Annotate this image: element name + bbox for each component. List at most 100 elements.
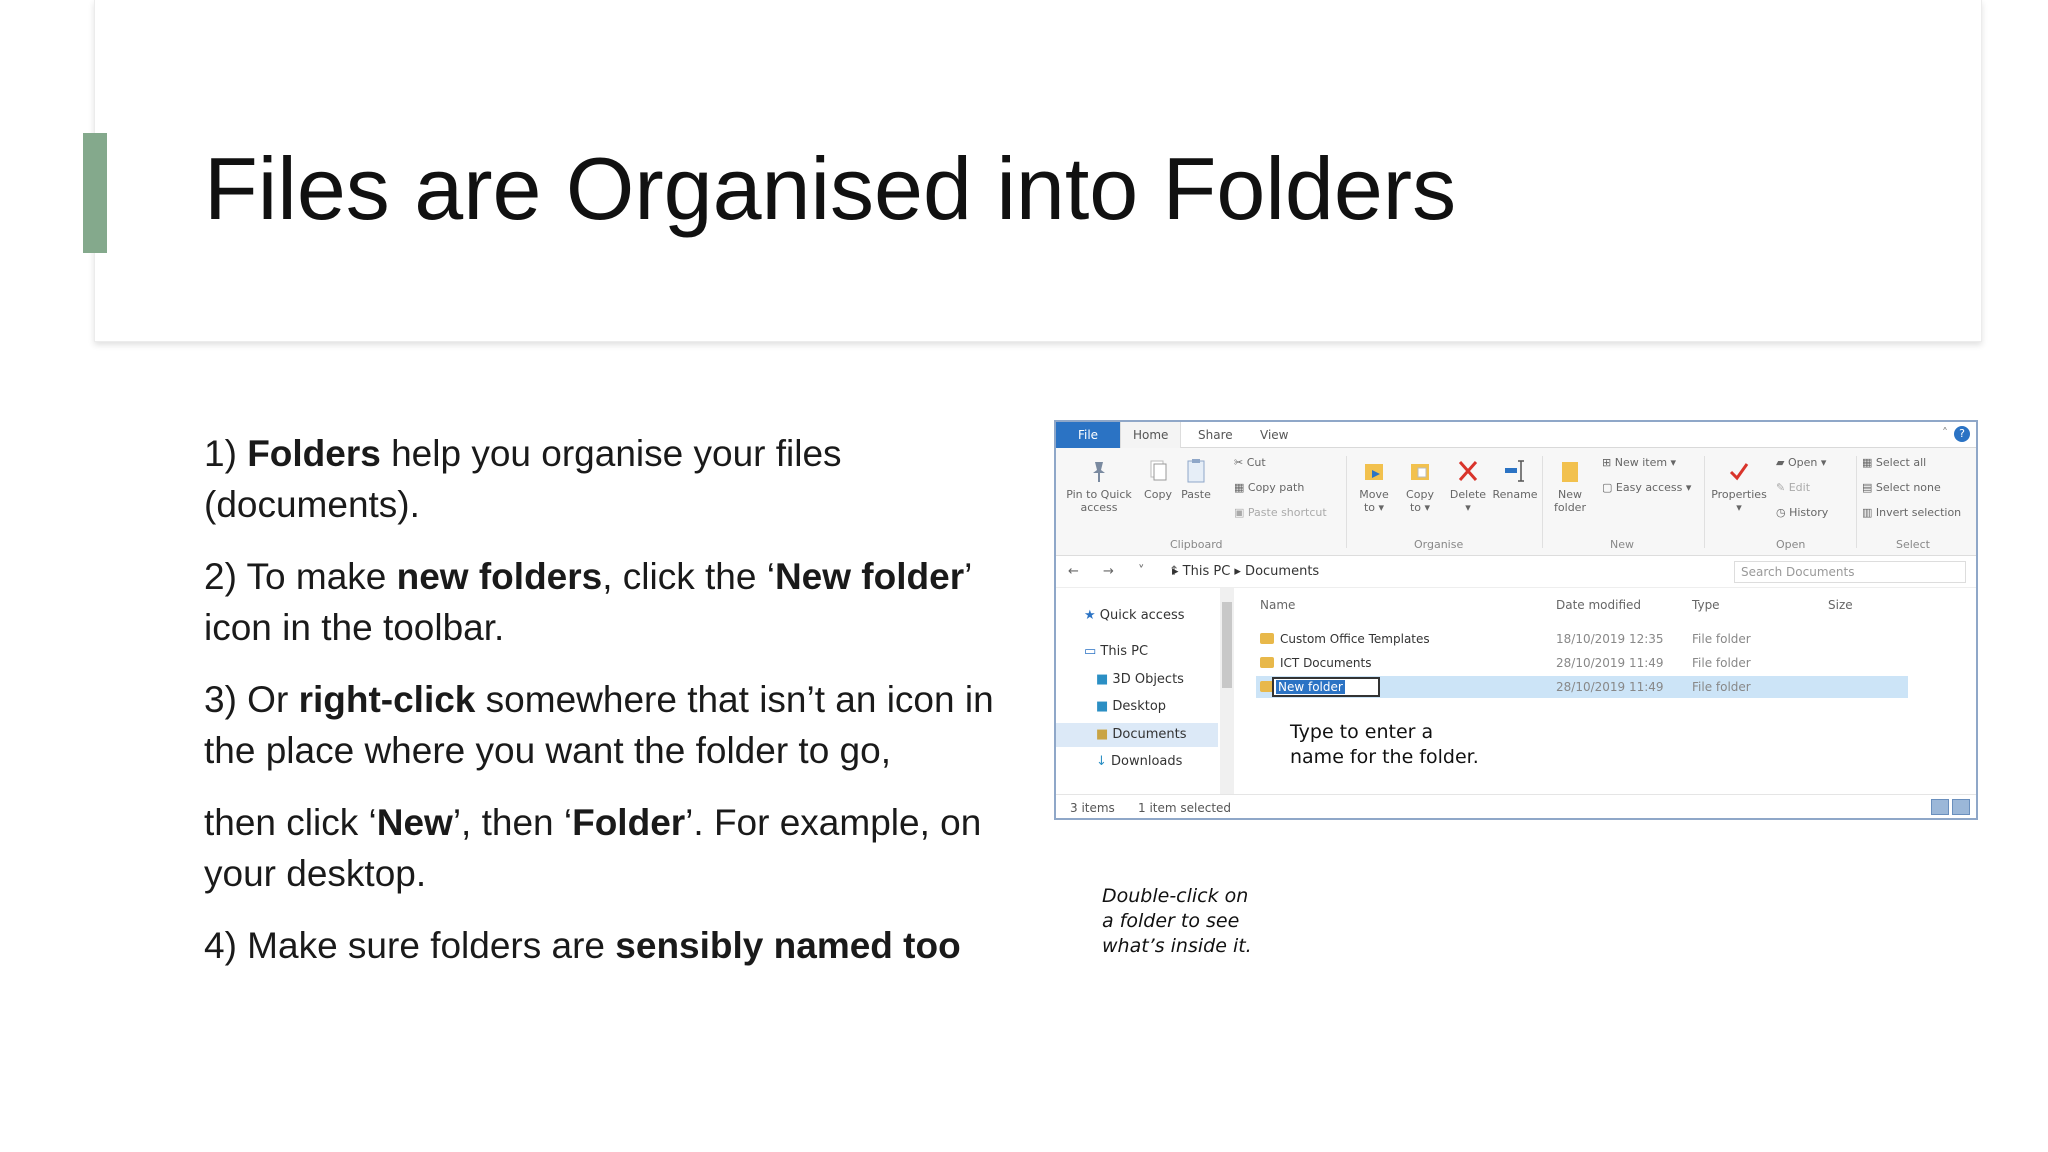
- folder-icon: ■: [1096, 699, 1113, 714]
- table-row[interactable]: Custom Office Templates 18/10/2019 12:35…: [1256, 628, 1908, 650]
- rename-icon: [1505, 460, 1524, 482]
- paste-shortcut-icon: ▣: [1234, 506, 1248, 519]
- ribbon: Pin to Quick access Copy Paste ✂ Cut ▦ Co…: [1056, 448, 1976, 556]
- star-icon: ★: [1084, 608, 1100, 623]
- open-button[interactable]: ▰ Open ▾: [1776, 456, 1826, 469]
- computer-icon: ▭: [1084, 644, 1101, 659]
- copy-to-button[interactable]: Copy to ▾: [1398, 458, 1442, 514]
- search-input[interactable]: Search Documents: [1734, 561, 1966, 583]
- point-2: 2) To make new folders, click the ‘New f…: [204, 556, 971, 648]
- tab-share[interactable]: Share: [1186, 422, 1245, 448]
- paste-shortcut-button[interactable]: ▣ Paste shortcut: [1234, 506, 1327, 519]
- ribbon-separator: [1704, 456, 1705, 548]
- select-all-icon: ▦: [1862, 456, 1876, 469]
- pin-to-quick-access-button[interactable]: Pin to Quick access: [1062, 458, 1136, 514]
- large-icons-view-icon[interactable]: [1952, 799, 1970, 815]
- point-3: 3) Or right-click somewhere that isn’t a…: [204, 679, 994, 771]
- scrollbar-thumb[interactable]: [1222, 602, 1232, 688]
- copy-path-icon: ▦: [1234, 481, 1248, 494]
- point-1: 1) Folders help you organise your files …: [204, 433, 842, 525]
- select-all-button[interactable]: ▦ Select all: [1862, 456, 1926, 469]
- history-button[interactable]: ◷ History: [1776, 506, 1828, 519]
- copy-icon: [1150, 460, 1167, 481]
- group-new: New: [1610, 538, 1634, 551]
- explorer-screenshot: File Home Share View ˄? Pin to Quick acce…: [1054, 420, 1978, 820]
- nav-scrollbar[interactable]: [1220, 588, 1234, 794]
- folder-icon: ■: [1096, 727, 1113, 742]
- nav-documents[interactable]: ■ Documents: [1056, 723, 1218, 747]
- move-to-button[interactable]: Move to ▾: [1352, 458, 1396, 514]
- select-none-button[interactable]: ▤ Select none: [1862, 481, 1941, 494]
- nav-this-pc[interactable]: ▭ This PC: [1084, 644, 1148, 659]
- tab-home[interactable]: Home: [1120, 422, 1182, 448]
- new-folder-button[interactable]: New folder: [1550, 458, 1590, 514]
- rename-input[interactable]: New folder: [1272, 677, 1380, 697]
- select-none-icon: ▤: [1862, 481, 1876, 494]
- nav-desktop[interactable]: ■ Desktop: [1096, 699, 1166, 714]
- history-icon: ◷: [1776, 506, 1790, 519]
- group-open: Open: [1776, 538, 1806, 551]
- copy-folder-icon: [1411, 464, 1429, 480]
- point-3b: then click ‘New’, then ‘Folder’. For exa…: [204, 802, 982, 894]
- column-type[interactable]: Type: [1692, 598, 1720, 612]
- properties-check-icon: [1729, 463, 1749, 481]
- easy-access-button[interactable]: ▢ Easy access ▾: [1602, 481, 1691, 494]
- view-toggle[interactable]: [1928, 799, 1972, 817]
- bullet-list: 1) Folders help you organise your files …: [204, 428, 1024, 992]
- properties-button[interactable]: Properties ▾: [1710, 458, 1768, 514]
- accent-bar: [83, 133, 107, 253]
- edit-button[interactable]: ✎ Edit: [1776, 481, 1810, 494]
- ribbon-controls: ˄?: [1942, 426, 1970, 442]
- group-select: Select: [1896, 538, 1930, 551]
- annotation-type-name: Type to enter a name for the folder.: [1290, 721, 1479, 768]
- pin-icon: [1093, 462, 1105, 482]
- edit-icon: ✎: [1776, 481, 1789, 494]
- move-folder-icon: [1365, 464, 1383, 480]
- folder-icon: ■: [1096, 672, 1113, 687]
- new-folder-icon: [1562, 462, 1578, 482]
- delete-button[interactable]: Delete ▾: [1446, 458, 1490, 514]
- cut-button[interactable]: ✂ Cut: [1234, 456, 1266, 469]
- annotation-double-click: Double-click on a folder to see what’s i…: [1102, 885, 1252, 957]
- column-size[interactable]: Size: [1828, 598, 1853, 612]
- tab-file[interactable]: File: [1056, 422, 1120, 448]
- easy-access-icon: ▢: [1602, 481, 1616, 494]
- column-date-modified[interactable]: Date modified: [1556, 598, 1641, 612]
- help-icon[interactable]: ?: [1954, 426, 1970, 442]
- invert-selection-icon: ▥: [1862, 506, 1876, 519]
- copy-path-button[interactable]: ▦ Copy path: [1234, 481, 1304, 494]
- copy-button[interactable]: Copy: [1140, 458, 1176, 501]
- nav-downloads[interactable]: ↓ Downloads: [1096, 754, 1182, 769]
- details-view-icon[interactable]: [1931, 799, 1949, 815]
- paste-button[interactable]: Paste: [1178, 458, 1214, 501]
- tab-view[interactable]: View: [1248, 422, 1300, 448]
- nav-quick-access[interactable]: ★ Quick access: [1084, 608, 1185, 623]
- collapse-ribbon-icon[interactable]: ˄: [1942, 426, 1948, 440]
- breadcrumb[interactable]: ▸ This PC ▸ Documents: [1172, 564, 1319, 579]
- ribbon-tabs: File Home Share View ˄?: [1056, 422, 1976, 448]
- clipboard-icon: [1187, 459, 1205, 483]
- download-icon: ↓: [1096, 754, 1112, 769]
- rename-button[interactable]: Rename: [1492, 458, 1538, 501]
- table-row[interactable]: ICT Documents 28/10/2019 11:49 File fold…: [1256, 652, 1908, 674]
- open-icon: ▰: [1776, 456, 1788, 469]
- navigation-pane: ★ Quick access ▭ This PC ■ 3D Objects ■ …: [1056, 588, 1236, 794]
- group-clipboard: Clipboard: [1170, 538, 1223, 551]
- folder-icon: [1260, 633, 1274, 644]
- nav-3d-objects[interactable]: ■ 3D Objects: [1096, 672, 1184, 687]
- ribbon-separator: [1346, 456, 1347, 548]
- table-row-selected[interactable]: New folder 28/10/2019 11:49 File folder: [1256, 676, 1908, 698]
- ribbon-separator: [1856, 456, 1857, 548]
- delete-x-icon: [1458, 461, 1478, 481]
- group-organise: Organise: [1414, 538, 1464, 551]
- column-name[interactable]: Name: [1260, 598, 1295, 612]
- status-bar: 3 items 1 item selected: [1056, 794, 1976, 818]
- new-item-button[interactable]: ⊞ New item ▾: [1602, 456, 1676, 469]
- new-item-icon: ⊞: [1602, 456, 1615, 469]
- slide-title: Files are Organised into Folders: [204, 139, 1457, 238]
- invert-selection-button[interactable]: ▥ Invert selection: [1862, 506, 1961, 519]
- address-bar: ← → ˅ ↑ ▸ This PC ▸ Documents Search Doc…: [1056, 556, 1976, 588]
- scissors-icon: ✂: [1234, 456, 1247, 469]
- point-4: 4) Make sure folders are sensibly named …: [204, 925, 961, 966]
- ribbon-separator: [1542, 456, 1543, 548]
